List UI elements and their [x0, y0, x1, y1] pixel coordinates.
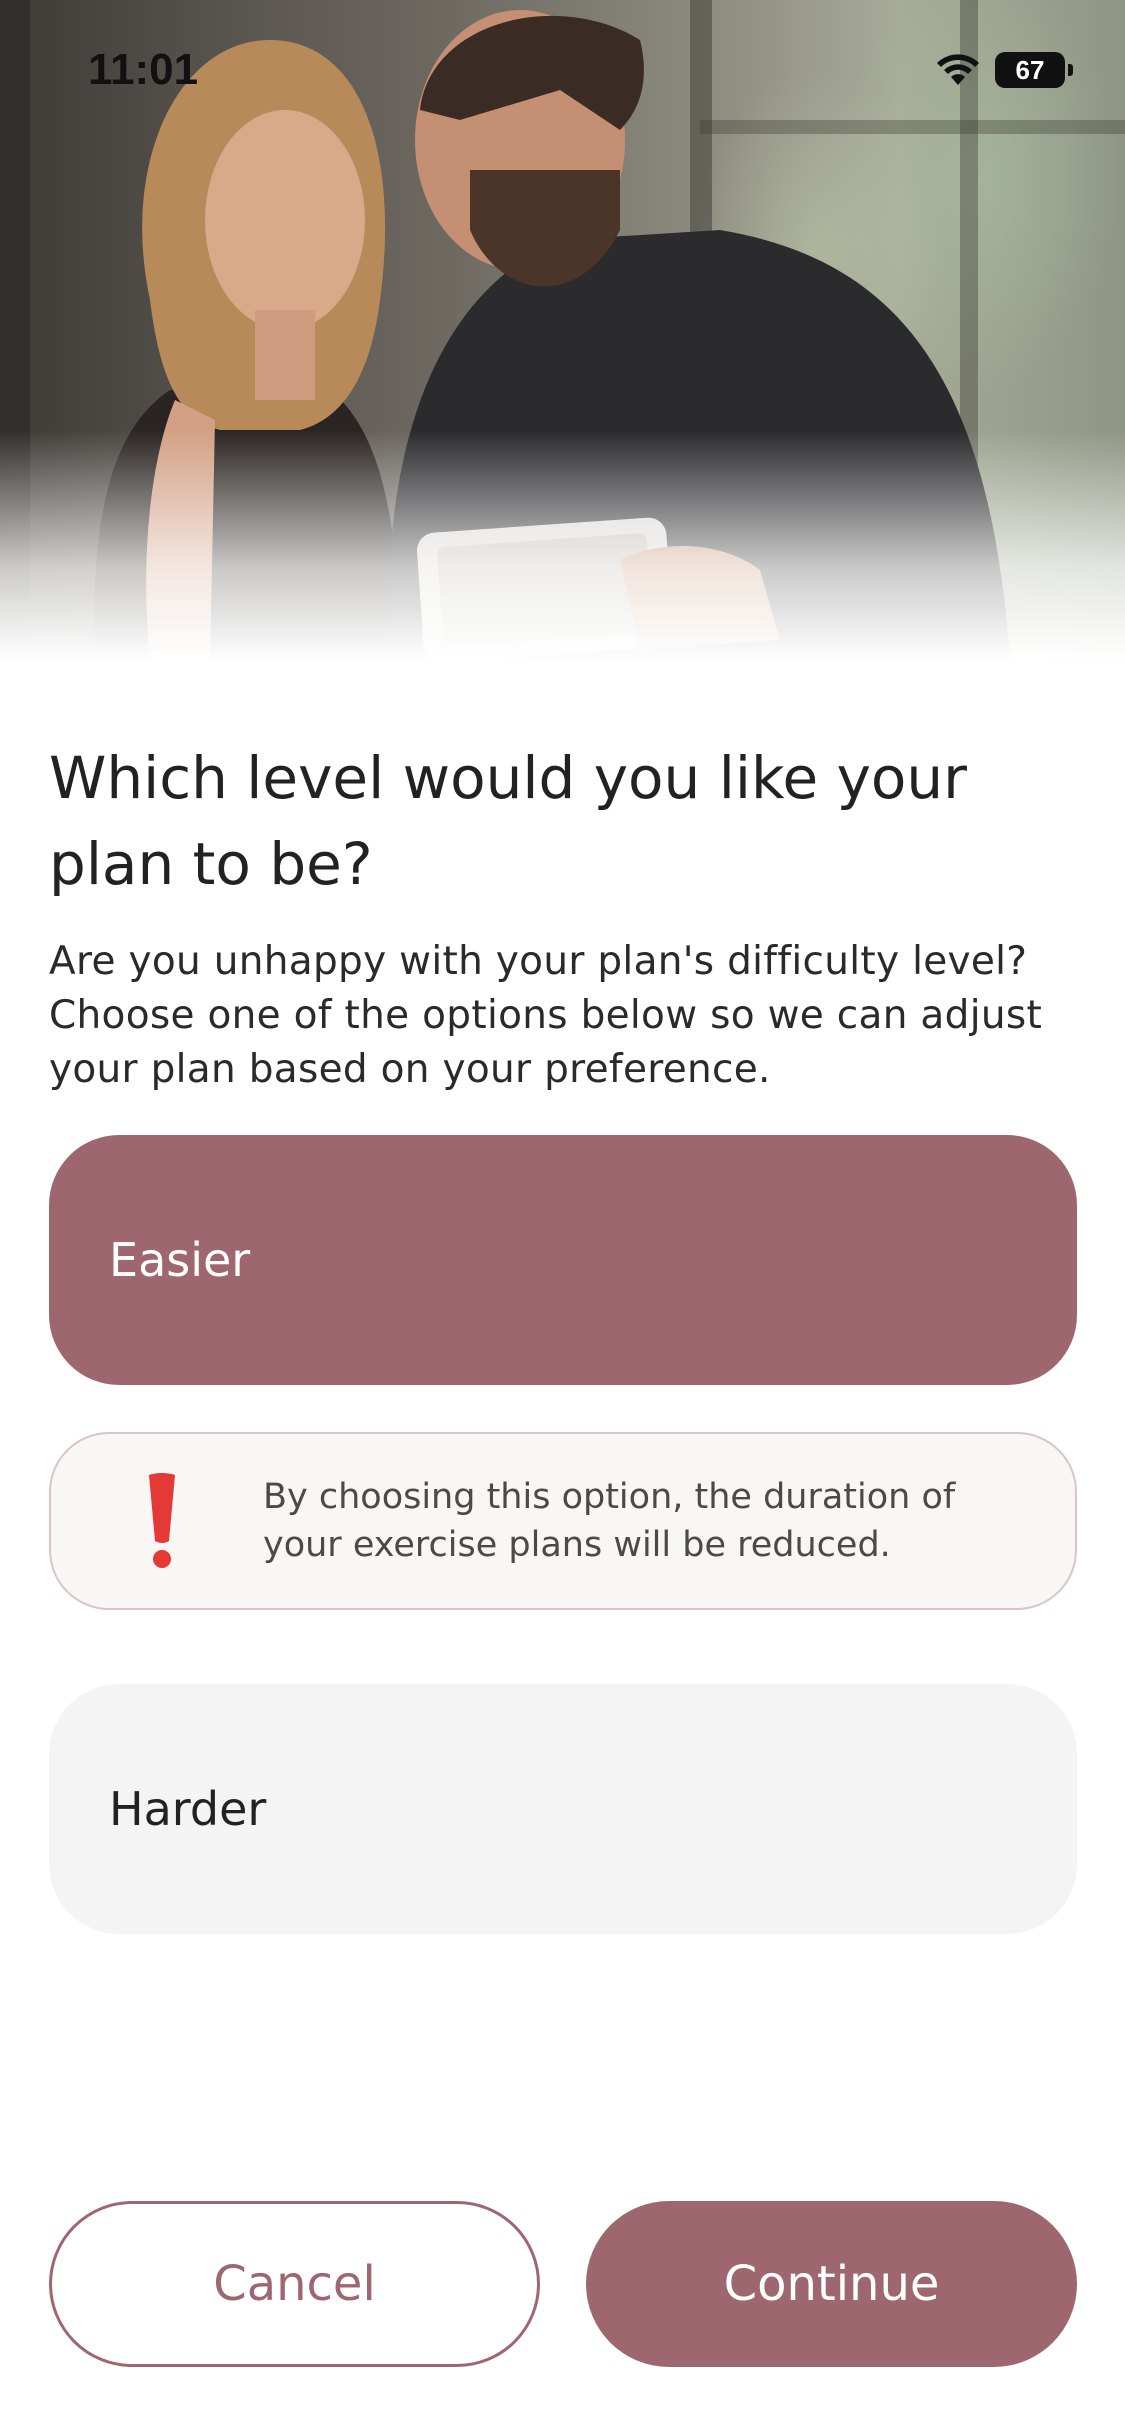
page-title: Which level would you like your plan to …: [49, 744, 968, 898]
wifi-icon: [937, 54, 979, 85]
page-description: Are you unhappy with your plan's difficu…: [49, 939, 1043, 1092]
cancel-button[interactable]: Cancel: [49, 2201, 540, 2367]
exclamation-icon: [117, 1471, 207, 1571]
continue-button-label: Continue: [723, 2256, 940, 2312]
status-bar: 11:01 67: [0, 0, 1125, 140]
difficulty-notice: By choosing this option, the duration of…: [49, 1432, 1077, 1610]
battery-icon: 67: [995, 52, 1073, 88]
option-easier[interactable]: Easier: [49, 1135, 1077, 1385]
option-harder[interactable]: Harder: [49, 1684, 1077, 1934]
option-label: Easier: [109, 1233, 251, 1287]
option-label: Harder: [109, 1782, 267, 1836]
cancel-button-label: Cancel: [213, 2256, 376, 2312]
notice-text: By choosing this option, the duration of…: [263, 1477, 956, 1565]
battery-level: 67: [1015, 54, 1045, 85]
status-icons: 67: [935, 52, 1073, 88]
status-time: 11:01: [88, 45, 199, 94]
continue-button[interactable]: Continue: [586, 2201, 1077, 2367]
